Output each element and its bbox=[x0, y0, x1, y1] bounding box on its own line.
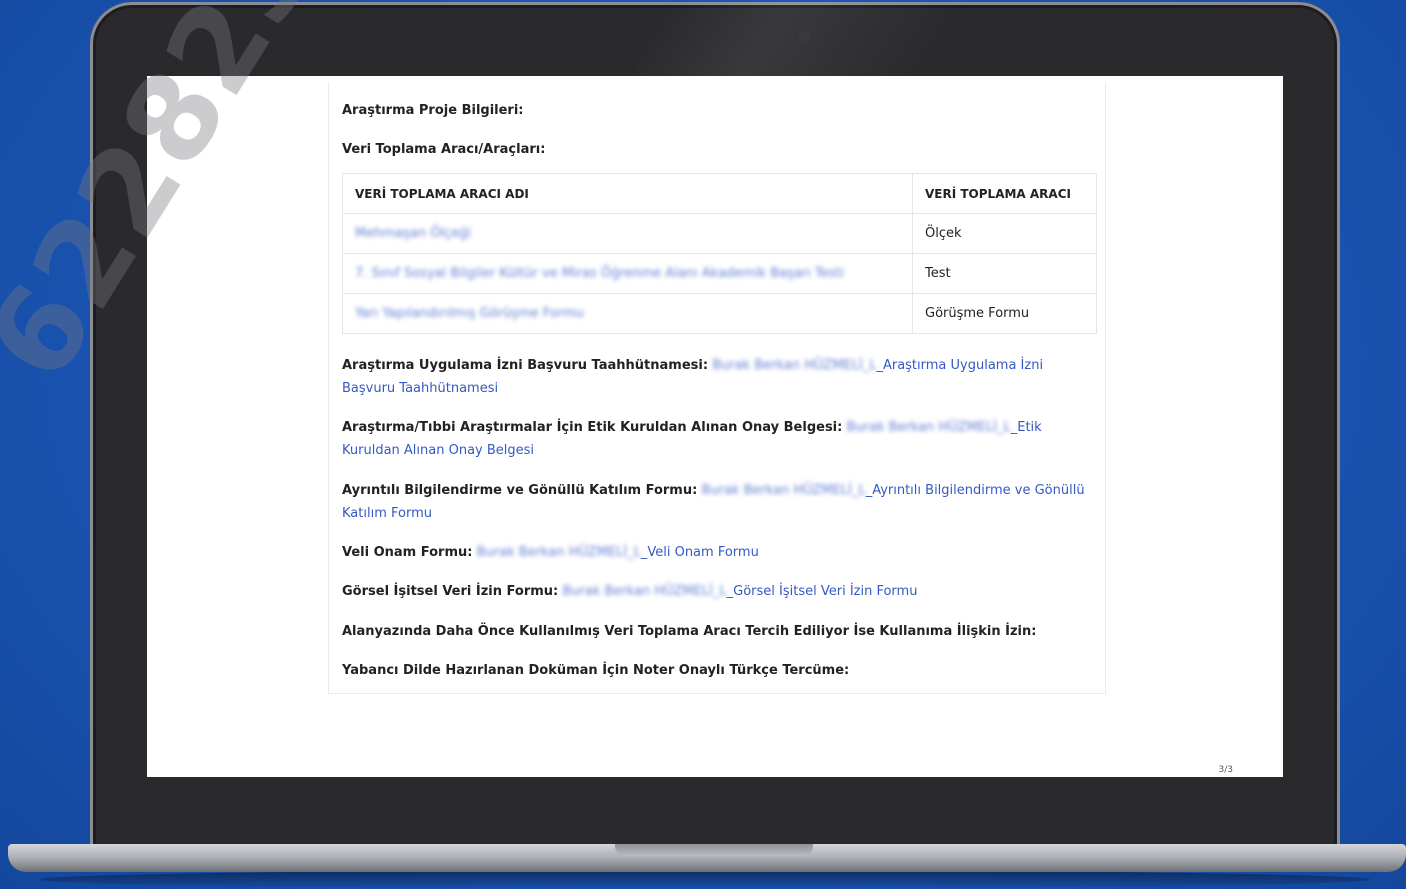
item-literature-tool-permission: Alanyazında Daha Önce Kullanılmış Veri T… bbox=[342, 620, 1097, 643]
item-audiovisual-permission: Görsel İşitsel Veri İzin Formu: Burak Be… bbox=[342, 580, 1097, 603]
item-label: Araştırma/Tıbbi Araştırmalar İçin Etik K… bbox=[342, 420, 843, 435]
table-cell-name[interactable]: Mehmaşan Ölçeği bbox=[342, 213, 913, 254]
blurred-name-link[interactable]: Burak Berkan HÜZMELİ_L bbox=[712, 354, 876, 377]
item-label: Yabancı Dilde Hazırlanan Doküman İçin No… bbox=[342, 663, 850, 678]
header-tool-name: VERİ TOPLAMA ARACI ADI bbox=[342, 173, 913, 214]
tool-name-link[interactable]: Mehmaşan Ölçeği bbox=[355, 226, 471, 241]
laptop-hinge-notch bbox=[615, 844, 813, 856]
item-label: Veli Onam Formu: bbox=[342, 545, 473, 560]
stage: Araştırma Proje Bilgileri: Veri Toplama … bbox=[0, 0, 1406, 889]
blurred-name-link[interactable]: Burak Berkan HÜZMELİ_L bbox=[562, 580, 726, 603]
item-label: Alanyazında Daha Önce Kullanılmış Veri T… bbox=[342, 624, 1037, 639]
table-header-row: VERİ TOPLAMA ARACI ADI VERİ TOPLAMA ARAC… bbox=[342, 173, 1097, 214]
laptop-screen: Araştırma Proje Bilgileri: Veri Toplama … bbox=[147, 76, 1283, 777]
table-row: 7. Sınıf Sosyal Bilgiler Kültür ve Miras… bbox=[342, 253, 1097, 294]
page-number: 3/3 bbox=[1218, 765, 1233, 775]
table-cell-type: Görüşme Formu bbox=[912, 293, 1097, 334]
item-ethics-approval: Araştırma/Tıbbi Araştırmalar İçin Etik K… bbox=[342, 416, 1097, 462]
table-cell-name[interactable]: Yarı Yapılandırılmış Görüşme Formu bbox=[342, 293, 913, 334]
item-notary-translation: Yabancı Dilde Hazırlanan Doküman İçin No… bbox=[342, 659, 1097, 682]
webcam-icon bbox=[798, 32, 810, 44]
lid-sheen bbox=[632, 2, 958, 76]
blurred-name-link[interactable]: Burak Berkan HÜZMELİ_L bbox=[701, 479, 865, 502]
item-label: Görsel İşitsel Veri İzin Formu: bbox=[342, 584, 559, 599]
table-cell-type: Ölçek bbox=[912, 213, 1097, 254]
table-cell-type: Test bbox=[912, 253, 1097, 294]
document-card: Araştırma Proje Bilgileri: Veri Toplama … bbox=[328, 82, 1106, 694]
header-tool-type: VERİ TOPLAMA ARACI bbox=[912, 173, 1097, 214]
data-tools-table: VERİ TOPLAMA ARACI ADI VERİ TOPLAMA ARAC… bbox=[342, 173, 1097, 334]
table-cell-name[interactable]: 7. Sınıf Sosyal Bilgiler Kültür ve Miras… bbox=[342, 253, 913, 294]
table-row: Yarı Yapılandırılmış Görüşme Formu Görüş… bbox=[342, 293, 1097, 334]
item-informed-consent: Ayrıntılı Bilgilendirme ve Gönüllü Katıl… bbox=[342, 479, 1097, 525]
table-row: Mehmaşan Ölçeği Ölçek bbox=[342, 213, 1097, 254]
item-label: Araştırma Uygulama İzni Başvuru Taahhütn… bbox=[342, 358, 709, 373]
laptop-shadow bbox=[40, 870, 1370, 889]
item-application-commitment: Araştırma Uygulama İzni Başvuru Taahhütn… bbox=[342, 354, 1097, 400]
tool-name-link[interactable]: 7. Sınıf Sosyal Bilgiler Kültür ve Miras… bbox=[355, 266, 844, 281]
item-label: Ayrıntılı Bilgilendirme ve Gönüllü Katıl… bbox=[342, 483, 698, 498]
section-title: Araştırma Proje Bilgileri: bbox=[342, 103, 524, 118]
item-parent-consent: Veli Onam Formu: Burak Berkan HÜZMELİ_L_… bbox=[342, 541, 1097, 564]
tool-name-link[interactable]: Yarı Yapılandırılmış Görüşme Formu bbox=[355, 306, 584, 321]
tools-title: Veri Toplama Aracı/Araçları: bbox=[342, 142, 546, 157]
blurred-name-link[interactable]: Burak Berkan HÜZMELİ_L bbox=[846, 416, 1010, 439]
document-link[interactable]: _Veli Onam Formu bbox=[641, 545, 759, 560]
document-link[interactable]: _Görsel İşitsel Veri İzin Formu bbox=[727, 584, 918, 599]
blurred-name-link[interactable]: Burak Berkan HÜZMELİ_L bbox=[477, 541, 641, 564]
